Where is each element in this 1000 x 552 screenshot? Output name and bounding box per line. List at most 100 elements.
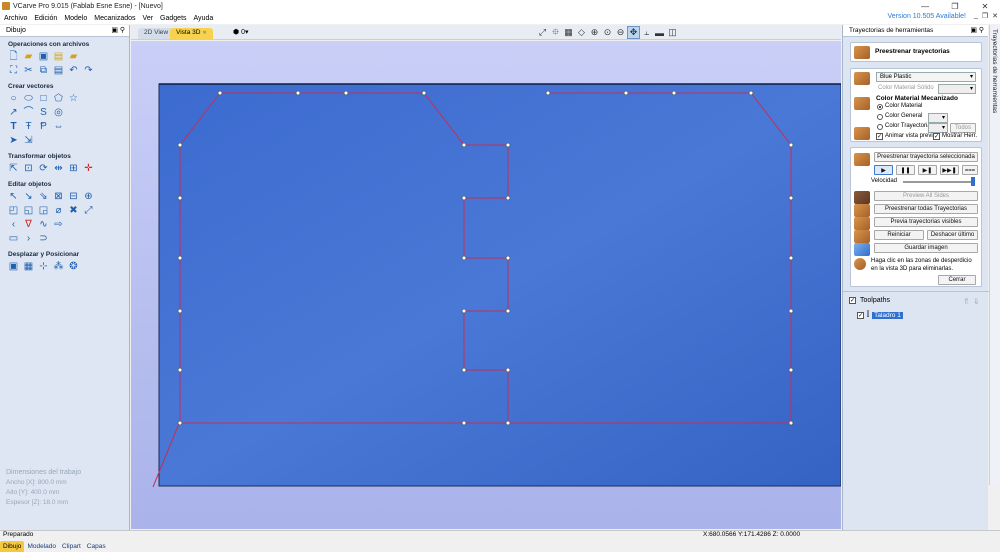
tab-dibujo[interactable]: Dibujo — [0, 541, 25, 552]
text-arc-icon[interactable]: Ᵽ — [38, 121, 49, 132]
line-icon[interactable]: ↗ — [8, 107, 19, 118]
node-add-icon[interactable]: ⇘ — [38, 191, 49, 202]
trim-icon[interactable]: ✖ — [68, 205, 79, 216]
menu-edicion[interactable]: Edición — [30, 15, 60, 22]
maximize-button[interactable]: ❐ — [940, 0, 970, 12]
smooth-icon[interactable]: ‹ — [8, 219, 19, 230]
curve-icon[interactable]: S — [38, 107, 49, 118]
fit-icon[interactable]: ⛶ — [8, 65, 19, 76]
pin-icon[interactable]: ▣ ⚲ — [970, 26, 984, 34]
subtract-icon[interactable]: ◱ — [23, 205, 34, 216]
file-new-icon[interactable]: 🗋 — [8, 51, 19, 62]
menu-mecanizados[interactable]: Mecanizados — [90, 15, 138, 22]
toolpath-item[interactable]: ✓ ⫿ Taladro 1 — [857, 311, 903, 319]
group-icon[interactable]: ⊠ — [53, 191, 64, 202]
zoom-box-icon[interactable]: ⊕ — [589, 27, 600, 38]
folder-icon[interactable]: ▰ — [68, 51, 79, 62]
copy-icon[interactable]: ⧉ — [38, 65, 49, 76]
scale-icon[interactable]: ⊡ — [23, 163, 34, 174]
link-icon[interactable]: ⇨ — [53, 219, 64, 230]
close-icon[interactable]: ▭ — [8, 233, 19, 244]
menu-gadgets[interactable]: Gadgets — [156, 15, 189, 22]
mdi-minimize-button[interactable]: _ — [974, 12, 978, 20]
undo-icon[interactable]: ↶ — [68, 65, 79, 76]
split-icon[interactable]: › — [23, 233, 34, 244]
menu-ver[interactable]: Ver — [139, 15, 157, 22]
select-icon[interactable]: ↖ — [8, 191, 19, 202]
version-available-link[interactable]: Version 10.505 Available! — [888, 13, 967, 20]
pin-icon[interactable]: ▣ ⚲ — [111, 26, 125, 34]
mdi-restore-button[interactable]: ❐ — [982, 12, 988, 20]
circle-array-icon[interactable]: ❂ — [68, 261, 79, 272]
tab-capas[interactable]: Capas — [84, 541, 109, 552]
toolpath-color-select[interactable]: ▾ — [928, 123, 948, 133]
cut-icon[interactable]: ✂ — [23, 65, 34, 76]
preview-all-button[interactable]: Preestrenar todas Trayectorias — [874, 204, 978, 214]
redo-icon[interactable]: ↷ — [83, 65, 94, 76]
all-button[interactable]: Todos — [950, 123, 976, 133]
menu-modelo[interactable]: Modelo — [60, 15, 90, 22]
mdi-close-button[interactable]: ✕ — [992, 12, 998, 20]
weld-icon[interactable]: ⊕ — [83, 191, 94, 202]
minimize-button[interactable]: — — [910, 0, 940, 12]
reset-button[interactable]: Reiniciar — [874, 230, 924, 240]
join-icon[interactable]: ⌀ — [53, 205, 64, 216]
preview-all-sides-button[interactable]: Preview All Sides — [874, 191, 978, 201]
end-button[interactable]: ▶▶❚ — [940, 165, 959, 175]
side-tab-toolpaths[interactable]: Trayectorias de herramientas — [989, 25, 1000, 485]
text-icon[interactable]: T — [8, 121, 19, 132]
menu-ayuda[interactable]: Ayuda — [190, 15, 217, 22]
arc-icon[interactable]: ⌒ — [23, 107, 34, 118]
rectangle-icon[interactable]: □ — [38, 93, 49, 104]
preview-visible-button[interactable]: Previa trayectorias visibles — [874, 217, 978, 227]
viewport-canvas[interactable] — [131, 41, 841, 529]
rotate-icon[interactable]: ⟳ — [38, 163, 49, 174]
circle-icon[interactable]: ○ — [8, 93, 19, 104]
tab-modelado[interactable]: Modelado — [24, 541, 59, 552]
close-button[interactable]: Cerrar — [938, 275, 976, 285]
size-icon[interactable]: ⊞ — [68, 163, 79, 174]
pan-icon[interactable]: ✥ — [627, 26, 640, 39]
menu-archivo[interactable]: Archivo — [0, 15, 30, 22]
zoom-fit-icon[interactable]: ⊙ — [602, 27, 613, 38]
offset-edit-icon[interactable]: ⊃ — [38, 233, 49, 244]
ungroup-icon[interactable]: ⊟ — [68, 191, 79, 202]
view-top-icon[interactable]: ⫠ — [641, 27, 652, 38]
general-color-select[interactable]: ▾ — [928, 113, 948, 123]
close-window-button[interactable]: ✕ — [970, 0, 1000, 12]
radio-color-material[interactable] — [877, 104, 883, 110]
preview-selected-button[interactable]: Preestrenar trayectoria seleccionada — [874, 152, 978, 162]
show-tool-checkbox[interactable]: ✓ — [933, 133, 940, 140]
close-tab-icon[interactable]: ✕ — [202, 30, 206, 36]
polygon-icon[interactable]: ⬠ — [53, 93, 64, 104]
corner-icon[interactable]: ∇ — [23, 219, 34, 230]
import-icon[interactable]: ▤ — [53, 51, 64, 62]
align-icon[interactable]: ✛ — [83, 163, 94, 174]
copy-array-icon[interactable]: ⁂ — [53, 261, 64, 272]
folder-open-icon[interactable]: ▰ — [23, 51, 34, 62]
mirror-icon[interactable]: ⇹ — [53, 163, 64, 174]
save-image-button[interactable]: Guardar imagen — [874, 243, 978, 253]
dimension-icon[interactable]: ⇔ — [53, 121, 64, 132]
ellipse-icon[interactable]: ⬭ — [23, 93, 34, 104]
pause-button[interactable]: ❚❚ — [896, 165, 915, 175]
curve-fit-icon[interactable]: ∿ — [38, 219, 49, 230]
move-down-icon[interactable]: ⇓ — [973, 297, 980, 306]
speed-slider-track[interactable] — [903, 181, 975, 183]
zoom-out-icon[interactable]: ⊖ — [615, 27, 626, 38]
paste-icon[interactable]: ▤ — [53, 65, 64, 76]
play-button[interactable]: ▶ — [874, 165, 893, 175]
grid-icon[interactable]: ▦ — [563, 27, 574, 38]
view-iso-icon[interactable]: ◇ — [576, 27, 587, 38]
material-select[interactable]: Blue Plastic ▾ — [876, 72, 976, 82]
star-icon[interactable]: ☆ — [68, 93, 79, 104]
radio-color-toolpath[interactable] — [877, 124, 883, 130]
speed-slider-thumb[interactable] — [971, 177, 975, 186]
tab-2d-view[interactable]: 2D View — [138, 28, 175, 39]
merge-icon[interactable]: ◰ — [8, 205, 19, 216]
spiral-icon[interactable]: ◎ — [53, 107, 64, 118]
stop-button[interactable]: ⩶ — [962, 165, 978, 175]
tab-3d-view[interactable]: Vista 3D ✕ — [170, 28, 213, 39]
toolpath-item-checkbox[interactable]: ✓ — [857, 311, 864, 319]
node-edit-icon[interactable]: ↘ — [23, 191, 34, 202]
